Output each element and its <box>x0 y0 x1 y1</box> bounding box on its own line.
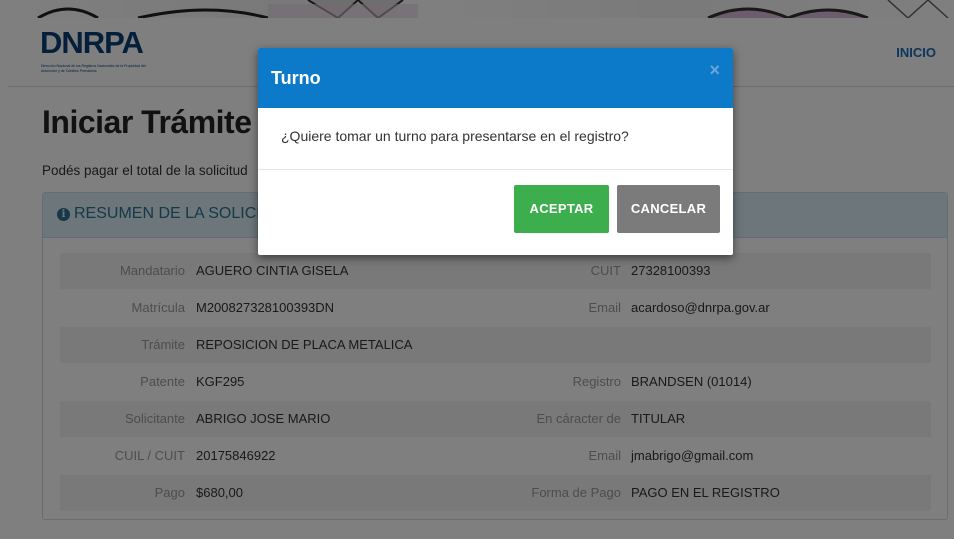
cancel-button[interactable]: CANCELAR <box>617 185 720 233</box>
modal-message: ¿Quiere tomar un turno para presentarse … <box>281 128 629 144</box>
modal-body: ¿Quiere tomar un turno para presentarse … <box>258 108 733 170</box>
close-icon[interactable]: × <box>709 60 720 81</box>
modal-title: Turno <box>271 68 321 88</box>
accept-button[interactable]: ACEPTAR <box>514 185 609 233</box>
turno-modal: Turno × ¿Quiere tomar un turno para pres… <box>258 48 733 255</box>
modal-header: Turno × <box>258 48 733 108</box>
